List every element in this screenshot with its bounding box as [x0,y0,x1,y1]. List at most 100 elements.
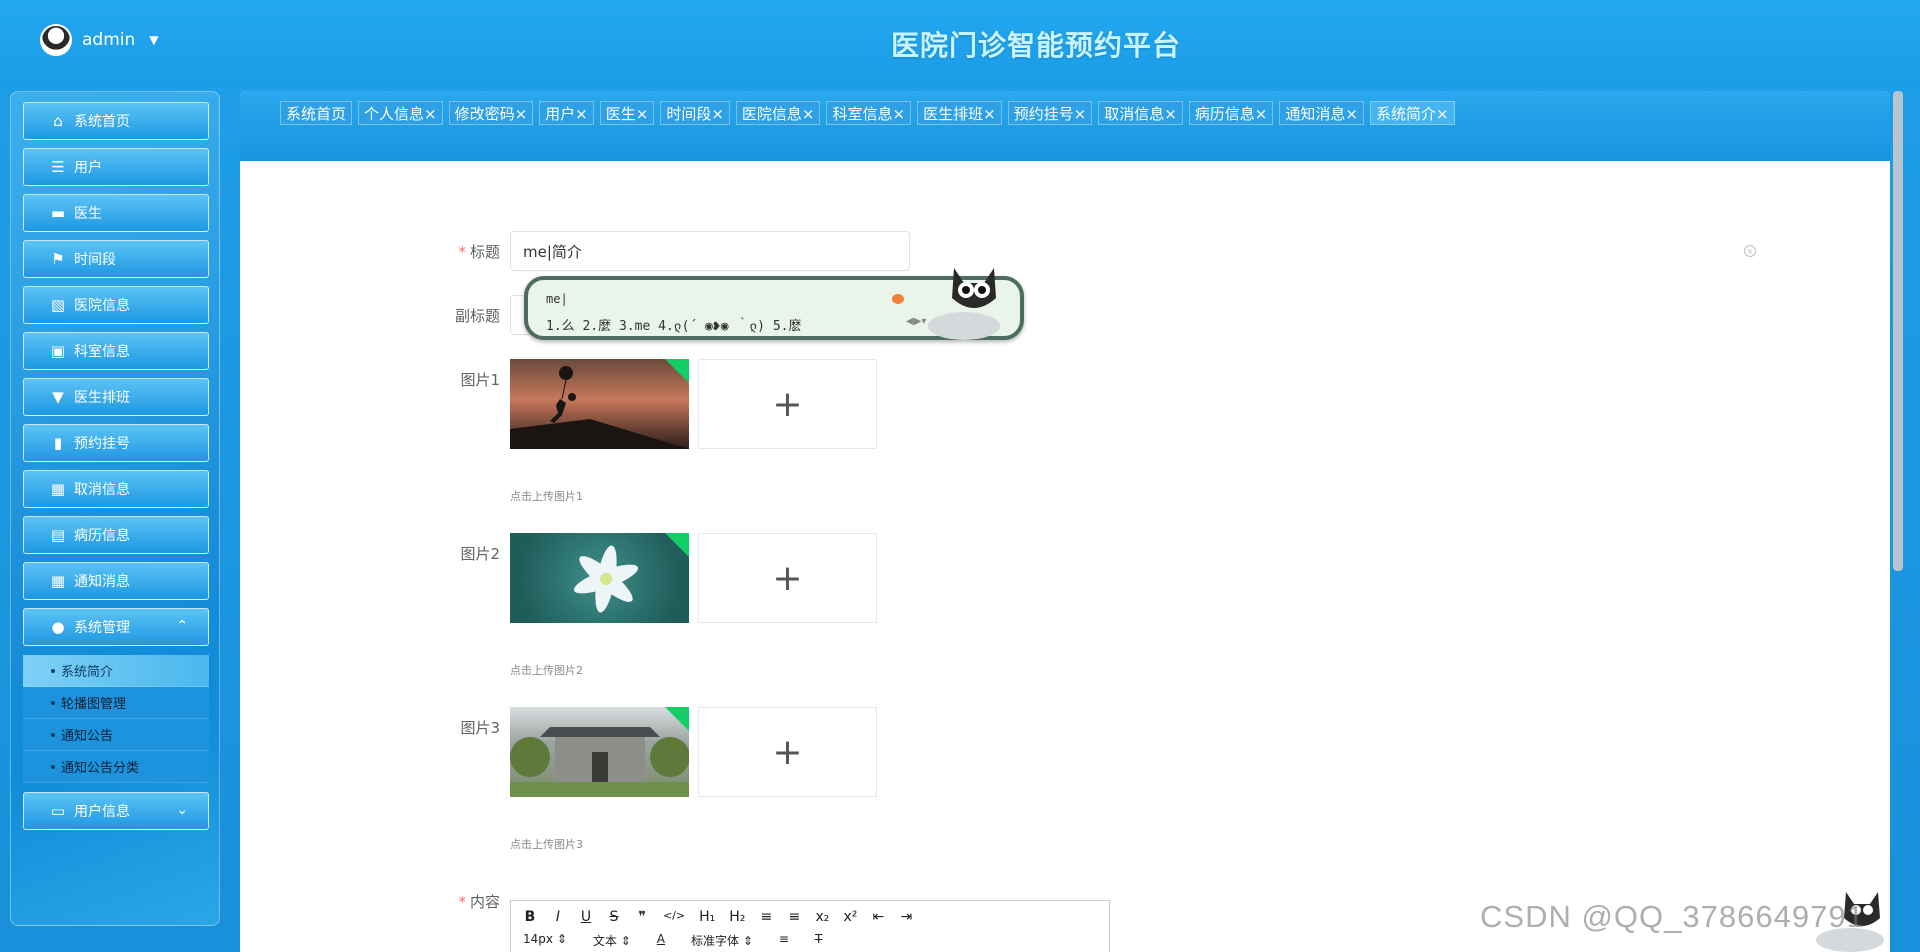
brush-icon: ▼ [52,388,64,406]
image1-upload-button[interactable]: + [698,359,877,449]
submenu-label: 系统简介 [61,665,114,680]
align-icon[interactable]: ≡ [779,932,789,949]
tab-cancel[interactable]: 取消信息× [1098,101,1183,125]
sidebar-item-label: 医院信息 [74,298,130,314]
underline-button[interactable]: U [579,909,593,925]
superscript-button[interactable]: x² [843,909,857,925]
format-select[interactable]: 文本 ⇕ [593,932,631,949]
image2-upload-button[interactable]: + [698,533,877,623]
bullet-list-button[interactable]: ≡ [787,909,801,925]
sidebar-item-label: 通知消息 [74,574,130,590]
subscript-button[interactable]: x₂ [815,909,829,925]
submenu-label: 通知公告 [61,729,114,744]
grid-icon: ▦ [50,572,66,590]
submenu-item-carousel[interactable]: 轮播图管理 [23,687,209,719]
font-color-button[interactable]: A [657,932,665,949]
outdent-button[interactable]: ⇤ [871,909,885,925]
content-label: * 内容 [458,893,500,911]
bold-button[interactable]: B [523,909,537,925]
home-icon: ⌂ [53,112,63,130]
font-family-select[interactable]: 标准字体 ⇕ [691,932,753,949]
ime-skin-icon[interactable] [892,294,904,304]
h2-button[interactable]: H₂ [729,909,745,925]
sidebar-item-booking[interactable]: ▮ 预约挂号 [23,424,209,462]
app-title: 医院门诊智能预约平台 [890,29,1181,62]
sidebar-item-hospital[interactable]: ▧ 医院信息 [23,286,209,324]
ime-candidate-window[interactable]: me| 1.么 2.麼 3.me 4.ლ(´ ◉❥◉ ｀ლ) 5.麽 ◀▶▾ [524,268,1024,340]
scrollbar[interactable] [1893,91,1903,571]
tab-password[interactable]: 修改密码× [448,101,534,125]
h1-button[interactable]: H₁ [699,909,715,925]
quote-button[interactable]: ❞ [635,909,649,925]
submenu-item-announcements[interactable]: 通知公告 [23,719,209,751]
tab-home[interactable]: 系统首页 [280,101,353,125]
system-submenu: 系统简介 轮播图管理 通知公告 通知公告分类 [23,655,209,783]
card-icon: ▭ [50,802,66,820]
image3-upload-button[interactable]: + [698,707,877,797]
main-panel: 系统首页 个人信息× 修改密码× 用户× 医生× 时间段× 医院信息× 科室信息… [240,91,1903,952]
submenu-item-intro[interactable]: 系统简介 [23,655,209,687]
tab-profile[interactable]: 个人信息× [358,101,443,125]
sidebar-item-home[interactable]: ⌂ 系统首页 [23,102,209,140]
tab-users[interactable]: 用户× [539,101,594,125]
tab-intro[interactable]: 系统简介× [1369,101,1455,125]
watermark: CSDN @QQ_3786649791 [1480,899,1865,934]
font-size-select[interactable]: 14px ⇕ [523,932,567,949]
image1-thumbnail[interactable] [510,359,689,449]
tab-department[interactable]: 科室信息× [826,101,912,125]
sidebar-item-userinfo[interactable]: ▭ 用户信息 ⌄ [23,792,209,830]
tab-schedule[interactable]: 医生排班× [917,101,1002,125]
tab-notices[interactable]: 通知消息× [1279,101,1364,125]
sidebar-item-users[interactable]: ☰ 用户 [23,148,209,186]
sidebar-item-cancel[interactable]: ▦ 取消信息 [23,470,209,508]
sidebar-item-notices[interactable]: ▦ 通知消息 [23,562,209,600]
image2-thumbnail[interactable] [510,533,689,623]
success-corner [665,533,689,557]
bullet-icon [51,764,55,769]
title-input[interactable]: me|简介 [510,231,910,271]
sidebar-item-schedule[interactable]: ▼ 医生排班 [23,378,209,416]
sidebar-item-label: 预约挂号 [74,436,130,452]
code-button[interactable]: </> [663,909,685,925]
editor-toolbar-row1: B I U S ❞ </> H₁ H₂ ≡ ≡ x₂ x² ⇤ ⇥ [523,909,913,925]
ime-mascot-cat-icon [928,268,1000,340]
tab-records[interactable]: 病历信息× [1188,101,1274,125]
sidebar-item-label: 取消信息 [74,482,130,498]
sidebar-item-label: 医生排班 [74,390,130,406]
briefcase-icon: ▣ [50,342,66,360]
success-corner [665,707,689,731]
strike-button[interactable]: S [607,909,621,925]
sidebar: ⌂ 系统首页 ☰ 用户 ▬ 医生 ⚑ 时间段 ▧ 医院信息 ▣ 科室信息 ▼ 医… [10,91,220,926]
rich-text-editor[interactable]: B I U S ❞ </> H₁ H₂ ≡ ≡ x₂ x² ⇤ ⇥ 14px ⇕… [510,900,1110,952]
sidebar-item-label: 病历信息 [74,528,130,544]
top-header: admin ▼ 医院门诊智能预约平台 [0,0,1920,86]
image3-thumbnail[interactable] [510,707,689,797]
clear-icon[interactable]: × [1744,245,1756,257]
tab-doctor[interactable]: 医生× [599,101,655,125]
monitor-icon: ▬ [50,204,66,222]
bullet-icon [51,668,55,673]
sidebar-item-records[interactable]: ▤ 病历信息 [23,516,209,554]
ime-candidates[interactable]: 1.么 2.麼 3.me 4.ლ(´ ◉❥◉ ｀ლ) 5.麽 [546,315,802,334]
italic-button[interactable]: I [551,909,565,925]
sidebar-item-system[interactable]: ● 系统管理 ⌃ [23,608,209,646]
sidebar-item-label: 系统首页 [74,114,130,130]
bullet-icon [51,700,55,705]
indent-button[interactable]: ⇥ [899,909,913,925]
ordered-list-button[interactable]: ≡ [759,909,773,925]
tab-booking[interactable]: 预约挂号× [1007,101,1093,125]
tab-bar: 系统首页 个人信息× 修改密码× 用户× 医生× 时间段× 医院信息× 科室信息… [240,91,1890,161]
sidebar-item-department[interactable]: ▣ 科室信息 [23,332,209,370]
building-image [510,727,689,797]
sidebar-item-doctor[interactable]: ▬ 医生 [23,194,209,232]
clear-format-icon[interactable]: T̶ [815,932,822,949]
sidebar-item-timeslot[interactable]: ⚑ 时间段 [23,240,209,278]
sidebar-item-label: 用户 [74,160,102,176]
tab-timeslot[interactable]: 时间段× [660,101,730,125]
submenu-label: 通知公告分类 [61,761,140,776]
submenu-label: 轮播图管理 [61,697,127,712]
list-icon: ☰ [51,158,65,176]
submenu-item-announcement-categories[interactable]: 通知公告分类 [23,751,209,783]
tab-hospital[interactable]: 医院信息× [735,101,821,125]
image1-hint: 点击上传图片1 [510,490,583,503]
